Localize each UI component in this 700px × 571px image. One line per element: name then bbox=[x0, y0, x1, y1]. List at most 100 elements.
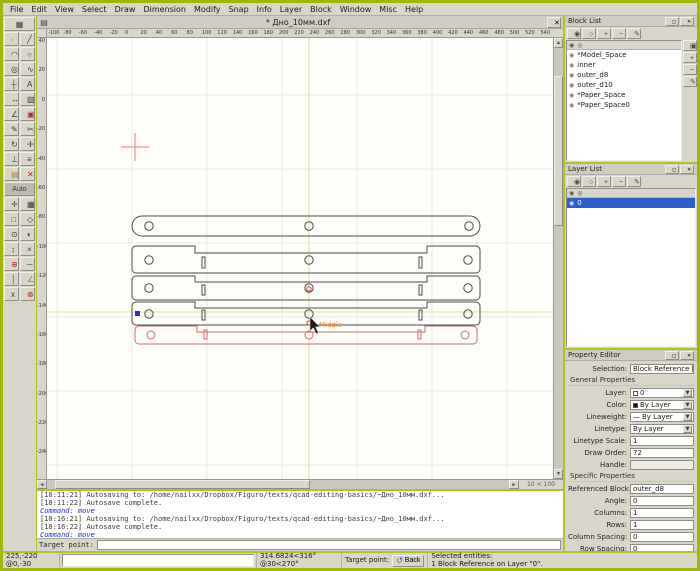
snap-reference-icon[interactable]: ⊕ bbox=[4, 257, 19, 271]
dimensions-tool-icon[interactable]: ↔ bbox=[4, 92, 19, 106]
block-list-item[interactable]: ◉ inner bbox=[567, 60, 681, 70]
remove-layer-icon[interactable]: − bbox=[612, 176, 626, 187]
menu-item[interactable]: Misc bbox=[375, 4, 401, 15]
hide-all-layers-icon[interactable]: ○ bbox=[582, 176, 596, 187]
menu-item[interactable]: View bbox=[51, 4, 78, 15]
menu-item[interactable]: File bbox=[6, 4, 27, 15]
dock-close-icon[interactable]: ✕ bbox=[680, 16, 694, 26]
add-layer-icon[interactable]: + bbox=[597, 176, 611, 187]
selection-combobox[interactable]: Block Reference [1] ▼ bbox=[630, 364, 694, 374]
block-visibility-icon[interactable]: ◉ bbox=[569, 82, 574, 89]
set-relative-zero-icon[interactable]: x bbox=[4, 287, 19, 301]
measure-tool-icon[interactable]: ∠ bbox=[4, 107, 19, 121]
menu-item[interactable]: Edit bbox=[27, 4, 51, 15]
create-block-icon[interactable]: + bbox=[683, 52, 697, 63]
move-tool-icon[interactable]: ✛ bbox=[20, 137, 35, 151]
vertical-scroll-thumb[interactable] bbox=[554, 76, 563, 226]
restrict-orthogonal-icon[interactable]: ⊥ bbox=[4, 152, 19, 166]
points-tool-icon[interactable]: ∙ bbox=[4, 32, 19, 46]
color-combobox[interactable]: By Layer ▼ bbox=[630, 400, 694, 410]
edit-layer-icon[interactable]: ✎ bbox=[627, 176, 641, 187]
ellipses-tool-icon[interactable]: ◎ bbox=[4, 62, 19, 76]
columns-field[interactable]: 1 bbox=[630, 508, 694, 518]
draw-order-field[interactable]: 72 bbox=[630, 448, 694, 458]
snap-intersection-icon[interactable]: × bbox=[20, 242, 35, 256]
edit-block-icon[interactable]: ✎ bbox=[627, 28, 641, 39]
block-list-item[interactable]: ◉ outer_d10 bbox=[567, 80, 681, 90]
menu-item[interactable]: Snap bbox=[225, 4, 253, 15]
block-list-item[interactable]: ◉ *Paper_Space0 bbox=[567, 100, 681, 110]
close-document-button[interactable]: ✕ bbox=[547, 16, 561, 28]
add-block-icon[interactable]: + bbox=[597, 28, 611, 39]
insert-block-icon[interactable]: ▣ bbox=[683, 40, 697, 51]
lineweight-combobox[interactable]: — By Layer ▼ bbox=[630, 412, 694, 422]
arcs-tool-icon[interactable]: ◠ bbox=[4, 47, 19, 61]
angle-field[interactable]: 0 bbox=[630, 496, 694, 506]
block-list-item[interactable]: ◉ *Paper_Space bbox=[567, 90, 681, 100]
show-all-layers-icon[interactable]: ◉ bbox=[567, 176, 581, 187]
drawing-canvas[interactable]: Middle bbox=[47, 38, 553, 479]
snap-auto-button[interactable]: Auto bbox=[4, 182, 35, 196]
remove-block-icon[interactable]: − bbox=[612, 28, 626, 39]
delete-tool-icon[interactable]: ✕ bbox=[20, 167, 35, 181]
block-visibility-icon[interactable]: ◉ bbox=[569, 72, 574, 79]
delete-block-icon[interactable]: − bbox=[683, 64, 697, 75]
block-visibility-icon[interactable]: ◉ bbox=[569, 62, 574, 69]
snap-free-icon[interactable]: ✛ bbox=[4, 197, 19, 211]
menu-item[interactable]: Layer bbox=[276, 4, 306, 15]
block-visibility-icon[interactable]: ◉ bbox=[569, 102, 574, 109]
snap-distance-icon[interactable]: ↕ bbox=[4, 242, 19, 256]
trim-tool-icon[interactable]: ✂ bbox=[20, 122, 35, 136]
command-input[interactable] bbox=[96, 540, 561, 550]
menu-item[interactable]: Window bbox=[336, 4, 376, 15]
hide-all-blocks-icon[interactable]: ○ bbox=[582, 28, 596, 39]
row-spacing-field[interactable]: 0 bbox=[630, 544, 694, 551]
menu-item[interactable]: Modify bbox=[190, 4, 225, 15]
blocks-tool-icon[interactable]: ▣ bbox=[20, 107, 35, 121]
rename-block-icon[interactable]: ✎ bbox=[683, 76, 697, 87]
linetype-scale-field[interactable]: 1 bbox=[630, 436, 694, 446]
horizontal-scrollbar[interactable]: ◄ ► bbox=[37, 480, 519, 489]
restrict-horizontal-icon[interactable]: ─ bbox=[20, 257, 35, 271]
menu-item[interactable]: Dimension bbox=[139, 4, 190, 15]
dock-close-icon[interactable]: ✕ bbox=[680, 164, 694, 174]
scroll-right-icon[interactable]: ► bbox=[509, 480, 519, 489]
layer-visibility-icon[interactable]: ◉ bbox=[569, 200, 574, 207]
dock-close-icon[interactable]: ✕ bbox=[680, 350, 694, 360]
snap-on-entity-icon[interactable]: ◇ bbox=[20, 212, 35, 226]
show-all-blocks-icon[interactable]: ◉ bbox=[567, 28, 581, 39]
menu-item[interactable]: Info bbox=[253, 4, 276, 15]
referenced-block-field[interactable]: outer_d8 bbox=[630, 484, 694, 494]
modify-tool-icon[interactable]: ✎ bbox=[4, 122, 19, 136]
block-list-item[interactable]: ◉ outer_d8 bbox=[567, 70, 681, 80]
scroll-down-icon[interactable]: ▼ bbox=[554, 469, 563, 479]
block-visibility-icon[interactable]: ◉ bbox=[569, 92, 574, 99]
dock-float-icon[interactable]: ◻ bbox=[665, 164, 679, 174]
layers-tool-icon[interactable]: ≡ bbox=[20, 152, 35, 166]
column-spacing-field[interactable]: 0 bbox=[630, 532, 694, 542]
block-visibility-icon[interactable]: ◉ bbox=[569, 52, 574, 59]
menu-item[interactable]: Help bbox=[401, 4, 427, 15]
dock-float-icon[interactable]: ◻ bbox=[665, 16, 679, 26]
circles-tool-icon[interactable]: ○ bbox=[20, 47, 35, 61]
restrict-angle-icon[interactable]: ∠ bbox=[20, 272, 35, 286]
snap-middle-icon[interactable]: ◐ bbox=[20, 227, 35, 241]
library-browser-icon[interactable]: ▤ bbox=[4, 167, 19, 181]
snap-center-icon[interactable]: ⊙ bbox=[4, 227, 19, 241]
snap-endpoints-icon[interactable]: □ bbox=[4, 212, 19, 226]
status-command-field[interactable] bbox=[62, 554, 254, 567]
snap-grid-icon[interactable]: ▦ bbox=[20, 197, 35, 211]
vertical-scrollbar[interactable]: ▲ ▼ bbox=[553, 38, 563, 479]
menu-item[interactable]: Draw bbox=[111, 4, 140, 15]
linetype-combobox[interactable]: By Layer ▼ bbox=[630, 424, 694, 434]
layer-combobox[interactable]: 0 ▼ bbox=[630, 388, 694, 398]
polylines-tool-icon[interactable]: ┼ bbox=[4, 77, 19, 91]
text-tool-icon[interactable]: A bbox=[20, 77, 35, 91]
dock-float-icon[interactable]: ◻ bbox=[665, 350, 679, 360]
block-list-item[interactable]: ◉ *Model_Space bbox=[567, 50, 681, 60]
back-button[interactable]: ↺ Back bbox=[392, 554, 425, 567]
splines-tool-icon[interactable]: ∿ bbox=[20, 62, 35, 76]
layer-list-item[interactable]: ◉ 0 bbox=[567, 198, 695, 208]
rotate-tool-icon[interactable]: ↻ bbox=[4, 137, 19, 151]
scroll-left-icon[interactable]: ◄ bbox=[37, 480, 47, 489]
